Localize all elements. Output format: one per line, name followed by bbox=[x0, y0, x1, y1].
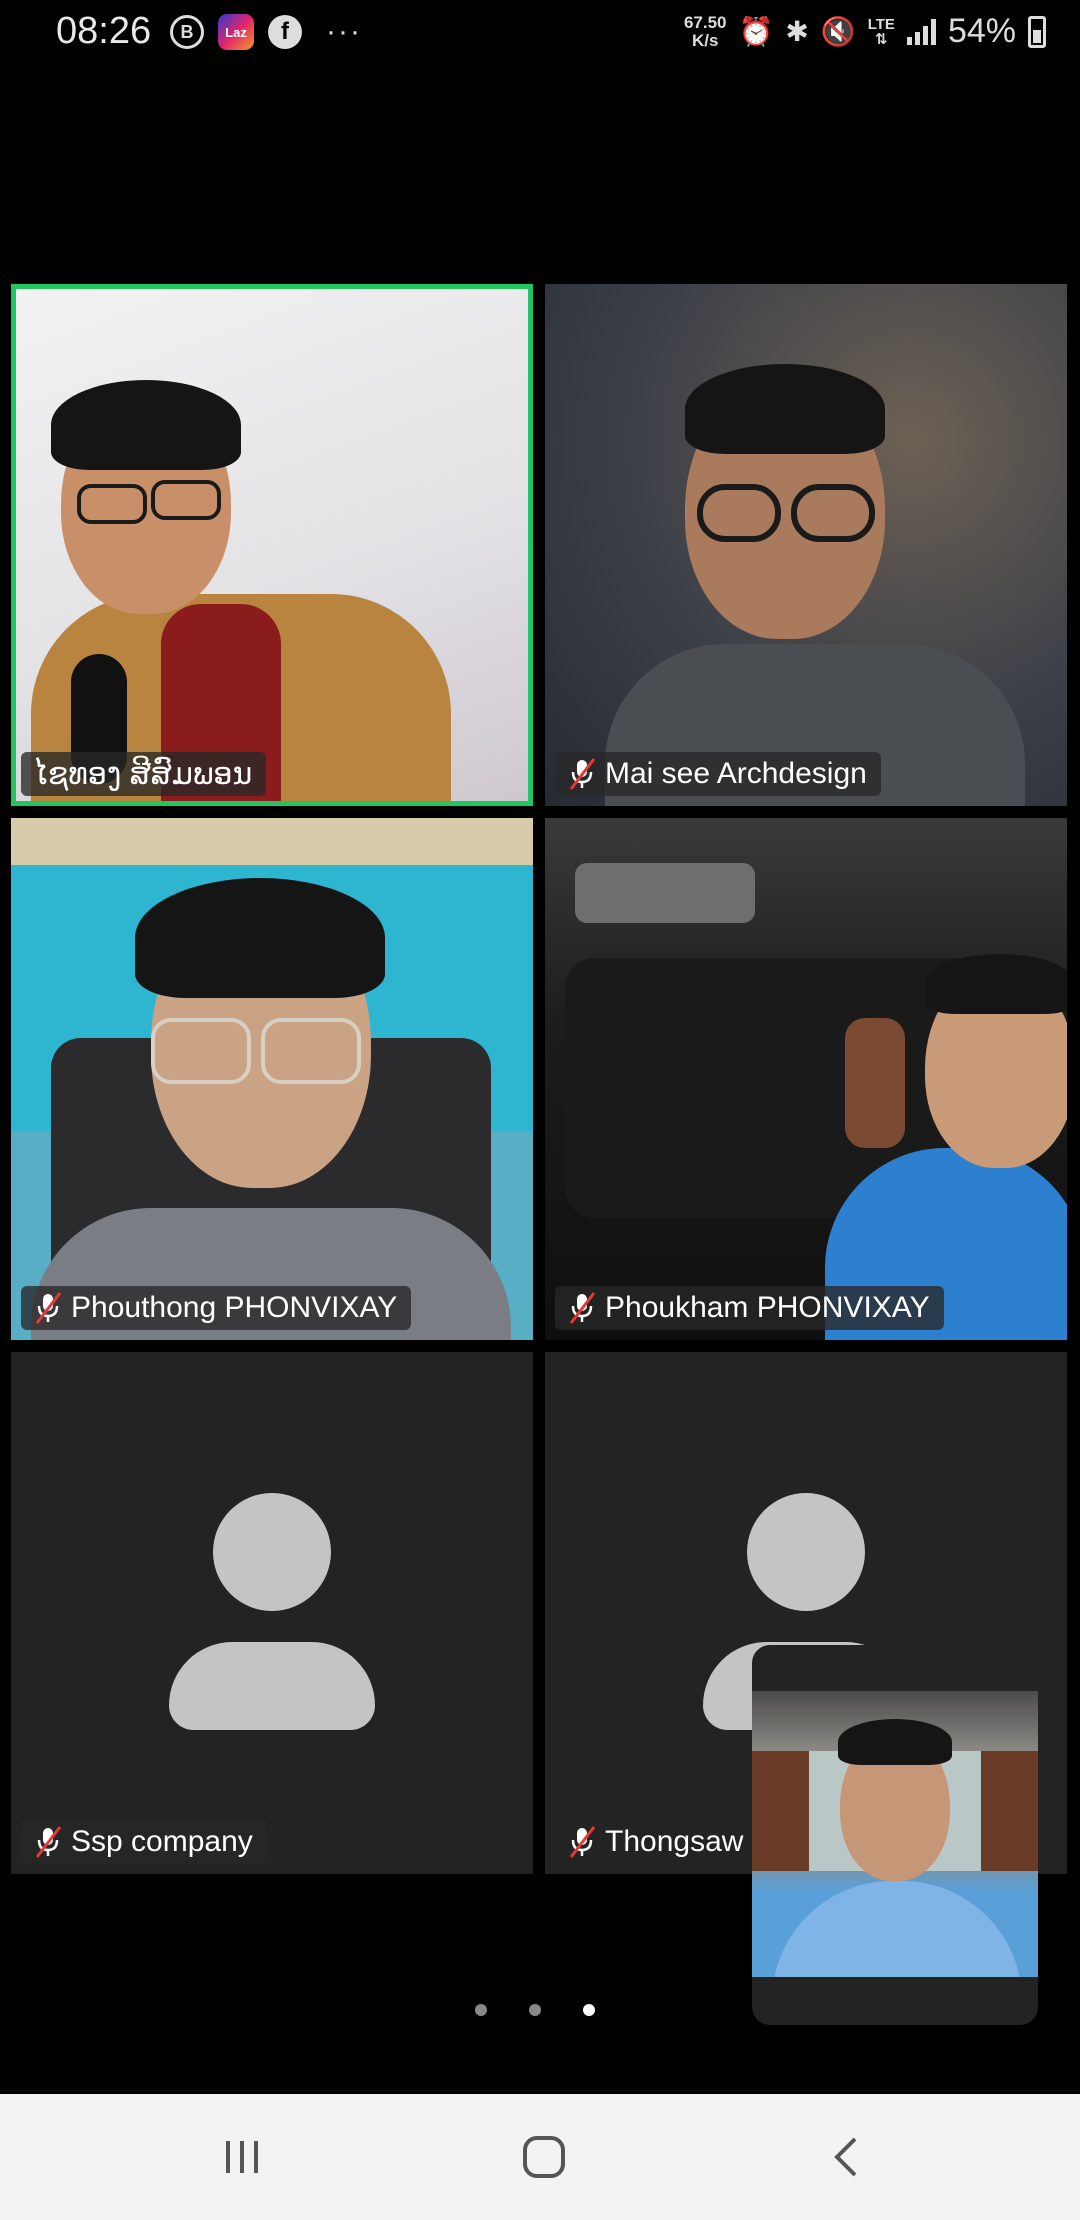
participant-name-tag: Mai see Archdesign bbox=[555, 752, 881, 796]
bluetooth-icon: ✱ bbox=[785, 16, 809, 47]
mic-muted-icon bbox=[567, 1825, 597, 1859]
participant-tile-5[interactable]: Ssp company bbox=[11, 1352, 533, 1874]
active-speaker-border bbox=[11, 284, 533, 806]
avatar-body-icon bbox=[169, 1642, 375, 1730]
battery-percent: 54% bbox=[947, 12, 1016, 50]
participant-name: Phoukham PHONVIXAY bbox=[605, 1291, 930, 1324]
lte-icon: LTE ⇅ bbox=[868, 17, 895, 47]
mic-muted-icon bbox=[33, 1825, 63, 1859]
participant-tile-4[interactable]: Phoukham PHONVIXAY bbox=[545, 818, 1067, 1340]
participant-name-tag: Thongsaw bbox=[555, 1820, 757, 1864]
notification-icons: B Laz f ··· bbox=[170, 14, 362, 50]
more-dots-icon: ··· bbox=[326, 15, 362, 48]
avatar-head-icon bbox=[213, 1493, 331, 1611]
signal-icon bbox=[906, 18, 936, 45]
page-dot-1[interactable] bbox=[475, 2004, 487, 2016]
participant-name: Ssp company bbox=[71, 1825, 253, 1858]
system-icons: 67.50 K/s ⏰ ✱ 🔇 LTE ⇅ 54% bbox=[684, 12, 1046, 51]
mic-muted-icon bbox=[567, 757, 597, 791]
page-dot-2[interactable] bbox=[529, 2004, 541, 2016]
participant-name: Mai see Archdesign bbox=[605, 757, 867, 790]
participant-name: ໄຊທອງ ສີສົມພອນ bbox=[33, 757, 253, 791]
back-icon bbox=[834, 2137, 857, 2177]
facebook-icon: f bbox=[268, 15, 302, 49]
mute-icon: 🔇 bbox=[820, 16, 856, 47]
battery-icon bbox=[1028, 15, 1046, 48]
participant-tile-2[interactable]: Mai see Archdesign bbox=[545, 284, 1067, 806]
status-time: 08:26 bbox=[56, 10, 152, 52]
b-circle-icon: B bbox=[170, 15, 204, 49]
home-button[interactable] bbox=[484, 2126, 604, 2188]
home-icon bbox=[523, 2136, 565, 2178]
participant-name: Thongsaw bbox=[605, 1825, 744, 1858]
alarm-icon: ⏰ bbox=[738, 16, 774, 47]
page-dot-3-active[interactable] bbox=[583, 2004, 595, 2016]
mic-muted-icon bbox=[567, 1291, 597, 1325]
lte-arrows-icon: ⇅ bbox=[875, 30, 888, 48]
net-speed: 67.50 K/s bbox=[683, 12, 727, 50]
lazada-icon: Laz bbox=[218, 14, 254, 50]
back-button[interactable] bbox=[786, 2126, 906, 2188]
participant-tile-3[interactable]: Phouthong PHONVIXAY bbox=[11, 818, 533, 1340]
net-speed-value: 67.50 bbox=[683, 12, 727, 32]
avatar-head-icon bbox=[747, 1493, 865, 1611]
participant-video-2 bbox=[545, 284, 1067, 806]
mic-muted-icon bbox=[33, 1291, 63, 1325]
navigation-bar bbox=[0, 2094, 1080, 2220]
participant-tile-1[interactable]: ໄຊທອງ ສີສົມພອນ bbox=[11, 284, 533, 806]
participant-name: Phouthong PHONVIXAY bbox=[71, 1291, 398, 1324]
participant-name-tag: ໄຊທອງ ສີສົມພອນ bbox=[21, 752, 267, 796]
net-speed-unit: K/s bbox=[691, 30, 719, 50]
participant-video-3 bbox=[11, 818, 533, 1340]
status-bar: 08:26 B Laz f ··· 67.50 K/s ⏰ ✱ 🔇 LTE ⇅ … bbox=[0, 0, 1080, 68]
recent-apps-icon bbox=[226, 2141, 258, 2173]
participant-name-tag: Phoukham PHONVIXAY bbox=[555, 1286, 944, 1330]
participant-name-tag: Ssp company bbox=[21, 1820, 267, 1864]
recent-apps-button[interactable] bbox=[182, 2126, 302, 2188]
participant-video-4 bbox=[545, 818, 1067, 1340]
page-indicator[interactable] bbox=[475, 2004, 595, 2016]
self-video bbox=[752, 1691, 1038, 1977]
lte-label: LTE bbox=[867, 15, 895, 33]
participant-name-tag: Phouthong PHONVIXAY bbox=[21, 1286, 412, 1330]
self-view[interactable] bbox=[752, 1645, 1038, 2025]
